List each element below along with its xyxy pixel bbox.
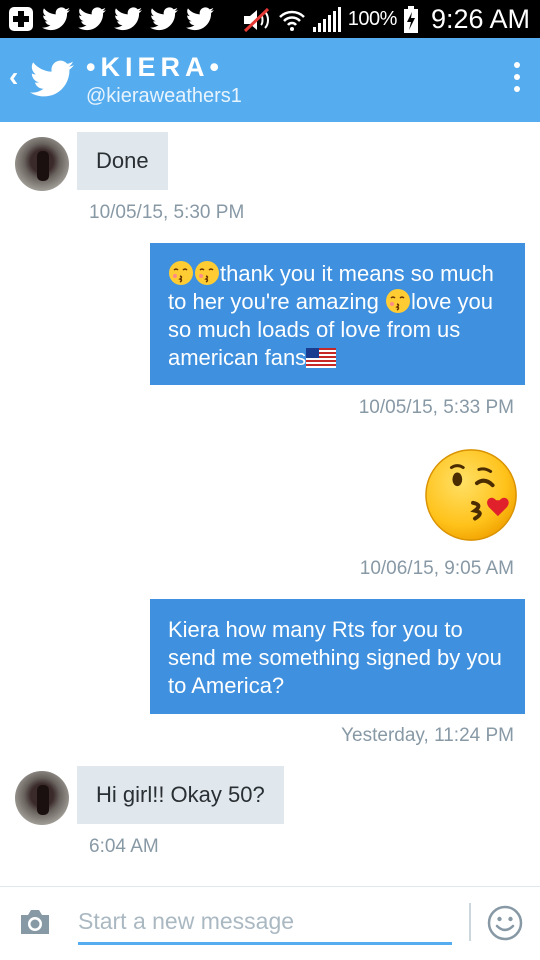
conversation-title: •KIERA•: [86, 52, 224, 82]
twitter-bird-icon: [150, 7, 178, 31]
plus-icon: [9, 7, 33, 31]
outgoing-message-bubble[interactable]: Kiera how many Rts for you to send me so…: [150, 599, 525, 714]
face-throwing-kiss-emoji-icon[interactable]: [424, 446, 522, 544]
avatar[interactable]: [15, 771, 69, 825]
message-input[interactable]: [78, 901, 452, 941]
status-bar: 100% 9:26 AM: [0, 0, 540, 38]
battery-charging-icon: [403, 5, 418, 33]
incoming-message-bubble[interactable]: Done: [77, 132, 168, 190]
muted-speaker-icon: [243, 7, 269, 32]
message-timestamp: 10/05/15, 5:33 PM: [358, 397, 514, 418]
back-icon[interactable]: ‹: [9, 61, 18, 93]
twitter-bird-icon: [78, 7, 106, 31]
avatar[interactable]: [15, 137, 69, 191]
conversation-handle: @kieraweathers1: [86, 85, 242, 107]
twitter-bird-icon: [114, 7, 142, 31]
twitter-bird-icon: [42, 7, 70, 31]
message-timestamp: 6:04 AM: [89, 836, 159, 857]
camera-icon[interactable]: [18, 907, 52, 937]
status-time: 9:26 AM: [430, 4, 530, 34]
us-flag-icon: [306, 348, 337, 368]
kissing-face-emoji-icon: [169, 261, 193, 285]
composer-divider: [469, 903, 471, 941]
twitter-bird-icon: [186, 7, 214, 31]
wifi-icon: [278, 10, 305, 31]
emoji-smiley-icon[interactable]: [487, 905, 523, 941]
overflow-menu-icon[interactable]: [512, 62, 522, 98]
signal-icon: [312, 6, 341, 32]
notification-icons: [8, 6, 214, 32]
message-composer: [0, 886, 540, 960]
outgoing-message-bubble[interactable]: thank you it means so much to her you're…: [150, 243, 525, 385]
message-timestamp: Yesterday, 11:24 PM: [341, 725, 514, 746]
message-timestamp: 10/05/15, 5:30 PM: [89, 202, 245, 223]
incoming-message-bubble[interactable]: Hi girl!! Okay 50?: [77, 766, 284, 824]
battery-percent: 100%: [347, 8, 398, 30]
system-indicators: 100% 9:26 AM: [242, 4, 530, 35]
kissing-face-emoji-icon: [195, 261, 219, 285]
message-timestamp: 10/06/15, 9:05 AM: [359, 558, 514, 579]
conversation-header: ‹ •KIERA• @kieraweathers1: [0, 38, 540, 122]
twitter-logo-icon[interactable]: [30, 60, 74, 98]
message-input-wrapper: [78, 901, 452, 945]
kissing-face-emoji-icon: [385, 289, 410, 313]
